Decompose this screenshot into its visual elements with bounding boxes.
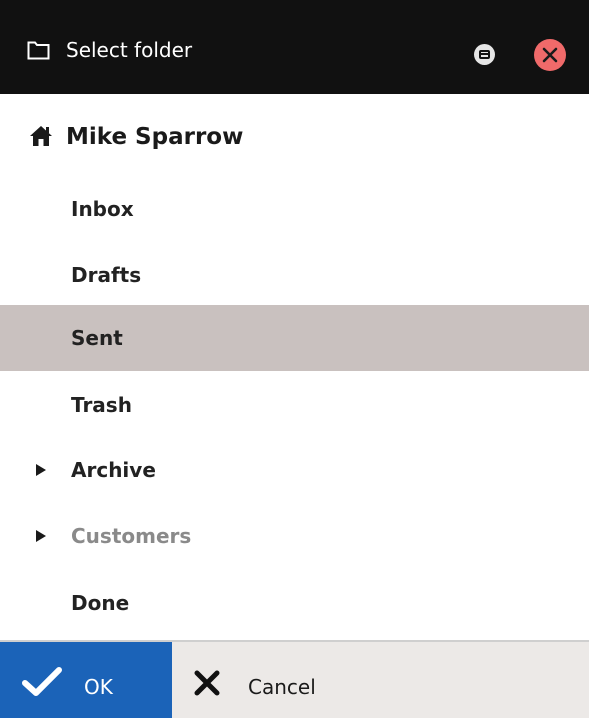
folder-item-done[interactable]: Done xyxy=(0,570,589,636)
title-bar: Select folder xyxy=(0,0,589,94)
dialog-footer: OK Cancel xyxy=(0,640,589,718)
cancel-button[interactable]: Cancel xyxy=(172,642,589,718)
folder-icon xyxy=(27,41,50,60)
folder-item-inbox[interactable]: Inbox xyxy=(0,176,589,242)
close-x-icon xyxy=(194,670,220,696)
cancel-label: Cancel xyxy=(248,675,316,699)
dialog-title: Select folder xyxy=(66,38,193,62)
folder-label: Trash xyxy=(71,393,132,417)
folder-item-drafts[interactable]: Drafts xyxy=(0,242,589,308)
account-name: Mike Sparrow xyxy=(66,124,244,150)
expand-arrow-icon[interactable] xyxy=(36,464,46,476)
home-icon xyxy=(30,126,52,146)
folder-item-customers[interactable]: Customers xyxy=(0,503,589,569)
folder-tree: Mike Sparrow Inbox Drafts Sent Trash Arc… xyxy=(0,94,589,640)
close-icon xyxy=(542,47,558,63)
folder-label: Sent xyxy=(71,326,123,350)
restore-icon xyxy=(479,50,490,59)
folder-item-trash[interactable]: Trash xyxy=(0,372,589,438)
folder-label: Customers xyxy=(71,524,192,548)
folder-label: Archive xyxy=(71,458,156,482)
close-button[interactable] xyxy=(534,39,566,71)
ok-label: OK xyxy=(84,675,113,699)
folder-item-archive[interactable]: Archive xyxy=(0,437,589,503)
checkmark-icon xyxy=(22,667,62,696)
folder-label: Inbox xyxy=(71,197,134,221)
ok-button[interactable]: OK xyxy=(0,642,172,718)
folder-label: Drafts xyxy=(71,263,142,287)
folder-item-sent[interactable]: Sent xyxy=(0,305,589,371)
account-row[interactable]: Mike Sparrow xyxy=(0,94,589,176)
expand-arrow-icon[interactable] xyxy=(36,530,46,542)
select-folder-dialog: Select folder Mike Sparrow Inbox Drafts … xyxy=(0,0,589,718)
folder-label: Done xyxy=(71,591,130,615)
restore-button[interactable] xyxy=(474,44,495,65)
